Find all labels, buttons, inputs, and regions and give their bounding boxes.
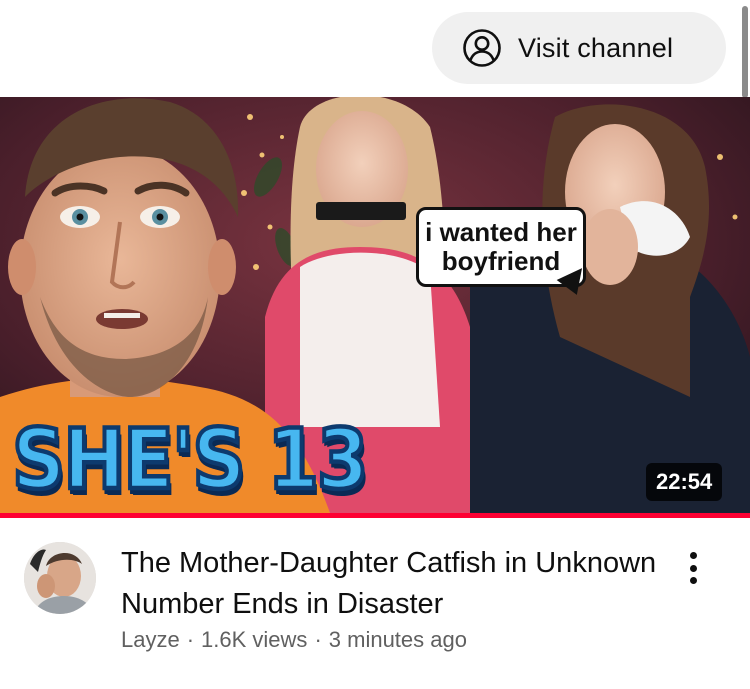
account-circle-icon (462, 28, 502, 68)
kebab-dot (689, 564, 697, 572)
view-count: 1.6K views (201, 627, 308, 652)
channel-name[interactable]: Layze (121, 627, 180, 652)
meta-separator: · (186, 627, 195, 652)
speech-bubble-line1: i wanted her (425, 217, 577, 247)
video-metadata: Layze · 1.6K views · 3 minutes ago (121, 627, 467, 653)
speech-bubble-line2: boyfriend (441, 246, 561, 276)
speech-bubble: i wanted her boyfriend (416, 207, 586, 287)
upload-age: 3 minutes ago (328, 627, 467, 652)
video-title[interactable]: The Mother-Daughter Catfish in Unknown N… (121, 543, 661, 625)
avatar-image (24, 542, 96, 614)
more-vert-icon[interactable] (678, 548, 708, 588)
kebab-dot (689, 552, 697, 559)
thumbnail-overlay-text: SHE'S 13 (10, 410, 370, 511)
channel-avatar[interactable] (24, 542, 96, 614)
watch-progress-bar (0, 513, 750, 518)
scrollbar[interactable] (742, 6, 748, 98)
kebab-dot (689, 577, 697, 584)
visit-channel-label: Visit channel (518, 32, 674, 63)
meta-separator: · (314, 627, 322, 652)
video-duration-badge: 22:54 (646, 463, 723, 501)
visit-channel-button[interactable]: Visit channel (432, 12, 726, 84)
